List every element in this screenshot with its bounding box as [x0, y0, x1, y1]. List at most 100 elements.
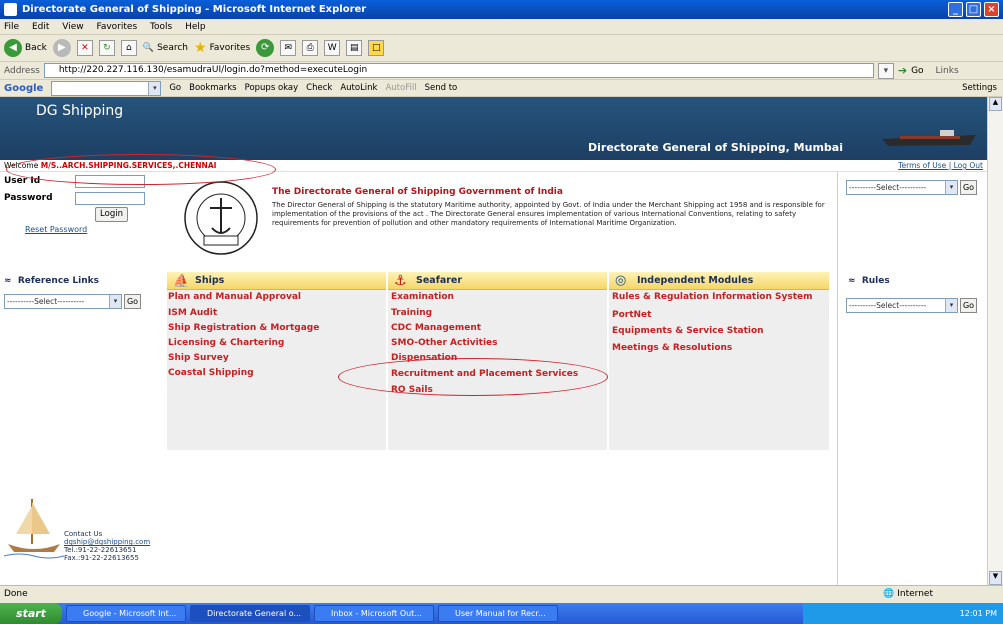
search-icon: 🔍: [142, 43, 155, 53]
contact-fax: Fax.:91-22-22613655: [64, 554, 139, 562]
bookmarks-button[interactable]: Bookmarks: [189, 83, 237, 93]
menu-view[interactable]: View: [62, 22, 83, 32]
status-text: Done: [4, 589, 28, 599]
taskbar-item[interactable]: Inbox - Microsoft Out...: [314, 605, 434, 622]
messenger-icon[interactable]: □: [368, 40, 385, 56]
taskbar: start Google - Microsoft Int... Director…: [0, 603, 1003, 624]
site-title: DG Shipping: [36, 103, 124, 119]
favorites-button[interactable]: ★ Favorites: [194, 40, 250, 56]
modules-link[interactable]: Equipments & Service Station: [612, 326, 764, 336]
star-icon: ★: [194, 40, 207, 56]
refresh-icon[interactable]: ↻: [98, 40, 115, 56]
menu-edit[interactable]: Edit: [32, 22, 49, 32]
reference-links-heading: ≈ Reference Links: [4, 276, 99, 286]
home-icon[interactable]: ⌂: [120, 40, 137, 56]
modules-link[interactable]: Meetings & Resolutions: [612, 343, 732, 353]
left-column: User Id Password Login Reset Password ≈ …: [0, 172, 150, 585]
dg-emblem: [184, 181, 258, 255]
terms-link[interactable]: Terms of Use: [898, 161, 946, 170]
menu-help[interactable]: Help: [185, 22, 206, 32]
stop-icon[interactable]: ✕: [76, 40, 93, 56]
rules-select[interactable]: ----------Select---------- ▾: [846, 298, 958, 313]
go-icon[interactable]: ➔: [898, 64, 907, 77]
taskbar-item[interactable]: Directorate General o...: [190, 605, 310, 622]
taskbar-item[interactable]: User Manual for Recr...: [438, 605, 558, 622]
rules-go-button[interactable]: Go: [960, 298, 977, 313]
modules-link[interactable]: PortNet: [612, 310, 651, 320]
scroll-up-icon[interactable]: ▲: [989, 97, 1002, 111]
vertical-scrollbar[interactable]: ▲ ▼: [987, 97, 1003, 585]
compass-icon: ◎: [615, 273, 627, 288]
check-button[interactable]: Check: [306, 83, 332, 93]
contact-block: Contact Us dgship@dgshipping.com Tel.:91…: [64, 530, 150, 562]
google-toolbar: Google ▾ Go Bookmarks Popups okay Check …: [0, 80, 1003, 97]
contact-email[interactable]: dgship@dgshipping.com: [64, 538, 150, 546]
ships-link[interactable]: ISM Audit: [168, 308, 217, 318]
print-icon[interactable]: ⎙: [302, 40, 319, 56]
close-button[interactable]: ×: [984, 2, 999, 17]
ships-header: ⛵ Ships: [167, 272, 386, 290]
site-banner: DG Shipping Directorate General of Shipp…: [0, 97, 987, 160]
top-select[interactable]: ----------Select---------- ▾: [846, 180, 958, 195]
modules-link[interactable]: Rules & Regulation Information System: [612, 292, 813, 302]
minimize-button[interactable]: _: [948, 2, 963, 17]
reference-links-select[interactable]: ----------Select---------- ▾: [4, 294, 122, 309]
mail-icon[interactable]: ✉: [280, 40, 297, 56]
reset-password-link[interactable]: Reset Password: [25, 225, 87, 234]
forward-icon[interactable]: ▶: [52, 39, 71, 57]
reference-go-button[interactable]: Go: [124, 294, 141, 309]
menu-favorites[interactable]: Favorites: [96, 22, 137, 32]
go-button[interactable]: Go: [911, 66, 923, 76]
seafarer-link[interactable]: SMO-Other Activities: [391, 338, 498, 348]
seafarer-link[interactable]: Examination: [391, 292, 454, 302]
contact-tel: Tel.:91-22-22613651: [64, 546, 137, 554]
ships-link[interactable]: Ship Registration & Mortgage: [168, 323, 319, 333]
google-search-input[interactable]: ▾: [51, 80, 162, 96]
google-go-button[interactable]: Go: [169, 83, 181, 93]
autolink-button[interactable]: AutoLink: [340, 83, 377, 93]
address-dropdown-icon[interactable]: ▾: [877, 62, 894, 79]
history-icon[interactable]: ⟳: [256, 39, 275, 57]
menu-tools[interactable]: Tools: [150, 22, 172, 32]
ships-link[interactable]: Licensing & Chartering: [168, 338, 284, 348]
top-go-button[interactable]: Go: [960, 180, 977, 195]
login-button[interactable]: Login: [95, 207, 128, 222]
maximize-button[interactable]: □: [966, 2, 981, 17]
logout-link[interactable]: Log Out: [954, 161, 983, 170]
modules-header: ◎ Independent Modules: [609, 272, 829, 290]
autofill-button[interactable]: AutoFill: [385, 83, 416, 93]
start-button[interactable]: start: [0, 603, 62, 624]
rules-heading: ≈ Rules: [848, 276, 890, 286]
contact-title: Contact Us: [64, 530, 103, 538]
settings-button[interactable]: Settings: [962, 83, 997, 93]
discuss-icon[interactable]: ▤: [346, 40, 363, 56]
ie-icon: [4, 3, 17, 16]
password-input[interactable]: [75, 192, 145, 205]
taskbar-item[interactable]: Google - Microsoft Int...: [66, 605, 186, 622]
ship-image: [882, 130, 976, 146]
search-button[interactable]: 🔍 Search: [143, 43, 188, 53]
seafarer-link[interactable]: CDC Management: [391, 323, 481, 333]
ships-link[interactable]: Plan and Manual Approval: [168, 292, 301, 302]
password-label: Password: [4, 193, 53, 203]
clock: 12:01 PM: [959, 609, 997, 618]
scroll-down-icon[interactable]: ▼: [989, 571, 1002, 585]
sendto-button[interactable]: Send to: [425, 83, 458, 93]
zone-label: 🌐 Internet: [883, 589, 933, 599]
right-column: ----------Select---------- ▾ Go ≈ Rules -…: [837, 172, 987, 585]
edit-icon[interactable]: W: [324, 40, 341, 56]
address-bar: Address http://220.227.116.130/esamudraU…: [0, 62, 1003, 80]
seafarer-link[interactable]: Training: [391, 308, 432, 318]
address-input[interactable]: http://220.227.116.130/esamudraUI/login.…: [43, 63, 874, 78]
status-bar: Done 🌐 Internet: [0, 585, 1003, 601]
links-label[interactable]: Links: [936, 66, 959, 76]
ships-link[interactable]: Ship Survey: [168, 353, 229, 363]
menu-file[interactable]: File: [4, 22, 19, 32]
annotation-ellipse-welcome: [6, 154, 276, 185]
back-button[interactable]: ◀ Back: [4, 39, 47, 57]
google-logo: Google: [4, 82, 44, 94]
menu-bar: File Edit View Favorites Tools Help: [0, 19, 1003, 35]
popups-button[interactable]: Popups okay: [245, 83, 299, 93]
ships-link[interactable]: Coastal Shipping: [168, 368, 254, 378]
address-label: Address: [4, 65, 40, 76]
